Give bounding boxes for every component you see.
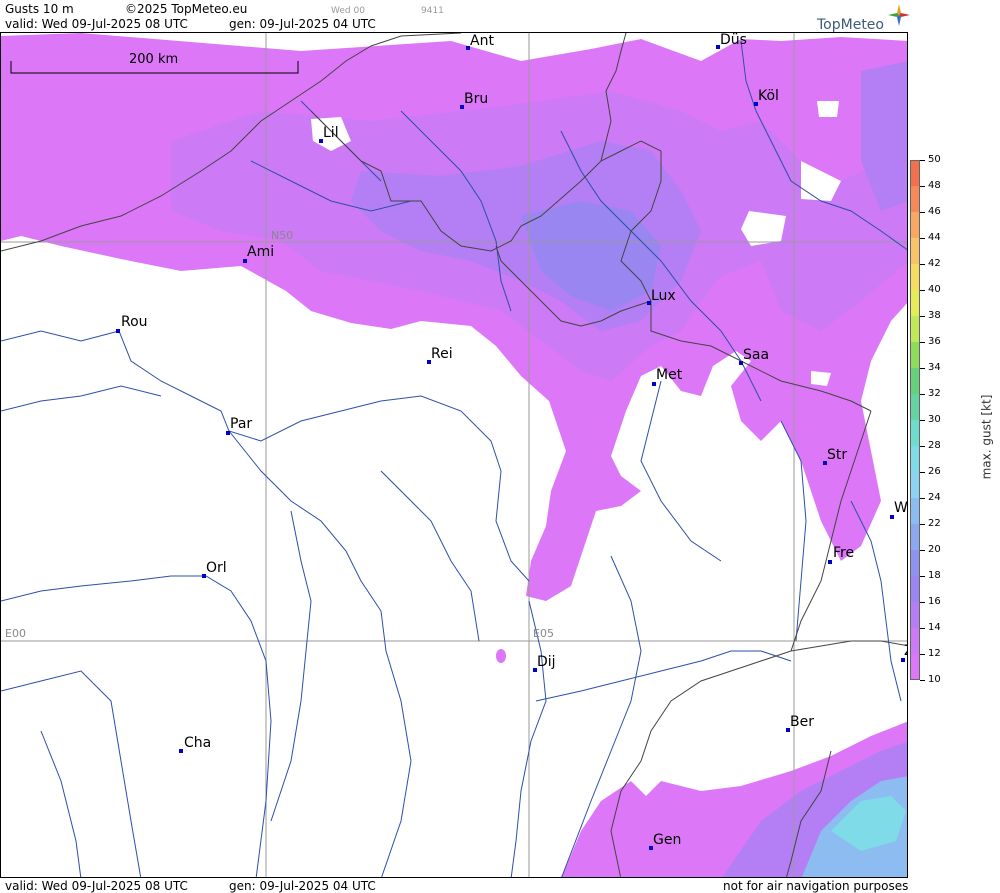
city-label-kol: Köl: [758, 88, 779, 104]
lon-label-e05: E05: [533, 627, 554, 640]
legend-tick-label: 12: [928, 648, 941, 659]
legend-tick: [920, 264, 925, 265]
compass-star-icon: [888, 4, 910, 26]
legend-tick: [920, 368, 925, 369]
legend-tick: [920, 524, 925, 525]
legend-tick-label: 16: [928, 596, 941, 607]
city-label-cha: Cha: [184, 735, 212, 751]
map-canvas: [1, 33, 907, 877]
city-label-w: W: [894, 500, 908, 516]
legend-tick-label: 46: [928, 206, 941, 217]
legend-tick-label: 10: [928, 674, 941, 685]
calm-koln: [817, 101, 839, 117]
city-label-ami: Ami: [247, 244, 275, 260]
code-label: 9411: [421, 6, 444, 16]
legend-tick-label: 50: [928, 154, 941, 165]
map-view[interactable]: N50 E00 E05 200 km Ant Düs Bru Köl Lil A…: [0, 32, 908, 878]
legend-tick: [920, 446, 925, 447]
legend-tick-label: 36: [928, 336, 941, 347]
legend-tick: [920, 472, 925, 473]
city-label-rou: Rou: [121, 314, 148, 330]
city-label-rei: Rei: [431, 346, 453, 362]
legend-tick-label: 28: [928, 440, 941, 451]
legend-tick-label: 44: [928, 232, 941, 243]
generation-time: gen: 09-Jul-2025 04 UTC: [229, 17, 376, 31]
legend-tick-label: 34: [928, 362, 941, 373]
footer-generation-time: gen: 09-Jul-2025 04 UTC: [229, 879, 376, 893]
gust-field: [1, 33, 907, 877]
copyright-text: ©2025 TopMeteo.eu: [125, 2, 248, 16]
city-label-lil: Lil: [323, 125, 339, 141]
legend-tick-label: 26: [928, 466, 941, 477]
legend-unit-label: max. gust [kt]: [979, 394, 994, 480]
legend-tick: [920, 394, 925, 395]
city-label-saa: Saa: [743, 347, 770, 363]
city-label-ant: Ant: [470, 33, 494, 49]
product-title: Gusts 10 m: [5, 2, 74, 16]
lat-label-n50: N50: [271, 229, 294, 242]
legend-tick-label: 14: [928, 622, 941, 633]
city-label-ber: Ber: [790, 714, 814, 730]
footer-valid-time: valid: Wed 09-Jul-2025 08 UTC: [5, 879, 188, 893]
city-label-lux: Lux: [651, 288, 676, 304]
legend-tick-label: 24: [928, 492, 941, 503]
lon-label-e00: E00: [5, 627, 26, 640]
legend-tick-label: 18: [928, 570, 941, 581]
legend-tick-label: 42: [928, 258, 941, 269]
legend-tick: [920, 680, 925, 681]
topmeteo-logo: TopMeteo: [817, 17, 884, 33]
city-marker[interactable]: [116, 329, 120, 333]
city-label-gen: Gen: [653, 832, 682, 848]
city-label-dus: Düs: [720, 32, 747, 48]
scale-label: 200 km: [129, 52, 179, 67]
legend-tick: [920, 238, 925, 239]
disclaimer: not for air navigation purposes: [723, 879, 909, 893]
legend-tick: [920, 576, 925, 577]
legend-tick-label: 38: [928, 310, 941, 321]
legend-tick: [920, 420, 925, 421]
valid-time: valid: Wed 09-Jul-2025 08 UTC: [5, 17, 188, 31]
city-marker[interactable]: [179, 749, 183, 753]
city-marker[interactable]: [828, 560, 832, 564]
legend-tick-label: 32: [928, 388, 941, 399]
city-label-par: Par: [230, 416, 253, 432]
footer-bar: valid: Wed 09-Jul-2025 08 UTC gen: 09-Ju…: [0, 878, 1000, 893]
legend-tick: [920, 290, 925, 291]
legend-tick: [920, 498, 925, 499]
legend-tick-label: 22: [928, 518, 941, 529]
legend-tick: [920, 628, 925, 629]
legend-tick-label: 40: [928, 284, 941, 295]
city-label-met: Met: [656, 367, 683, 383]
legend-tick: [920, 212, 925, 213]
legend-tick: [920, 550, 925, 551]
legend-frame: [910, 160, 920, 680]
run-label: Wed 00: [331, 6, 365, 16]
legend-tick-label: 48: [928, 180, 941, 191]
legend-tick-label: 20: [928, 544, 941, 555]
gust-spot-dijon: [496, 649, 506, 663]
legend-tick-label: 30: [928, 414, 941, 425]
city-label-str: Str: [827, 447, 848, 463]
legend-tick: [920, 342, 925, 343]
city-label-fre: Fre: [833, 545, 855, 561]
city-label-bru: Bru: [464, 91, 489, 107]
legend-tick: [920, 316, 925, 317]
legend-tick: [920, 654, 925, 655]
legend-tick: [920, 160, 925, 161]
city-label-orl: Orl: [206, 560, 227, 576]
legend-tick: [920, 602, 925, 603]
city-label-dij: Dij: [537, 654, 556, 670]
legend-tick: [920, 186, 925, 187]
